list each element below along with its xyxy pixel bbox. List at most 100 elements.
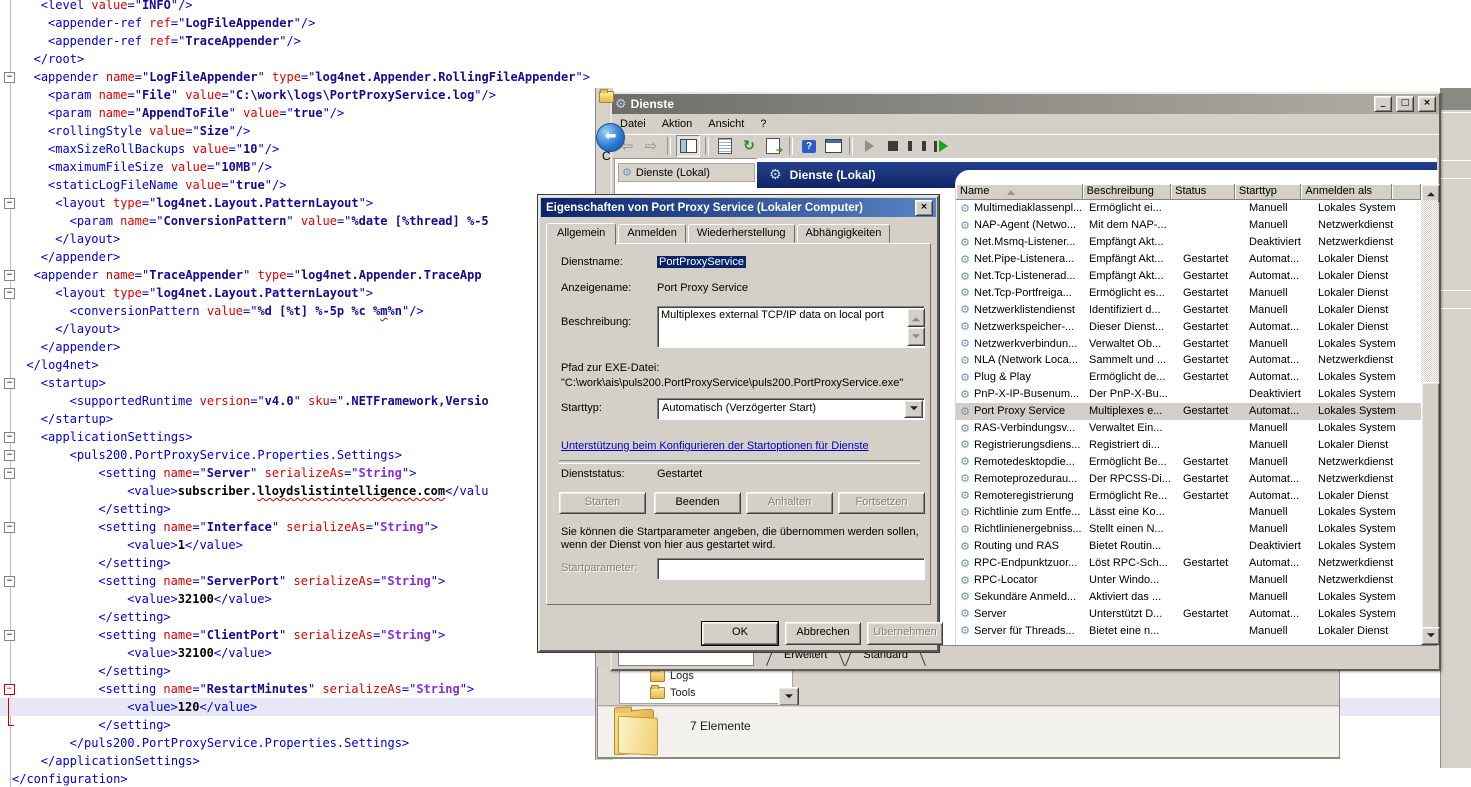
ok-button[interactable]: OK [702,622,778,645]
dienstname-value[interactable]: PortProxyService [657,256,746,268]
restart-service-button[interactable] [930,136,952,156]
table-row[interactable]: ⚙Netzwerkverbindun...Verwaltet Ob...Gest… [956,335,1421,352]
column-header-4[interactable]: Anmelden als [1301,184,1391,200]
scroll-down-button[interactable] [1421,627,1440,645]
table-row[interactable]: ⚙Remoteprozedurau...Der RPCSS-Di...Gesta… [956,470,1421,487]
explorer-folder-tree[interactable]: Logs Tools [619,667,793,704]
tree-item-label: Logs [670,670,694,682]
cell-starttype: Manuell [1249,456,1318,468]
table-row[interactable]: ⚙Port Proxy ServiceMultiplexes e...Gesta… [956,403,1421,420]
services-window-titlebar[interactable]: ⚙ Dienste _ □ × [612,94,1439,114]
explorer-back-button[interactable]: ⬅ [596,123,625,152]
column-header-3[interactable]: Starttyp [1235,184,1301,200]
apply-button: Übernehmen [867,622,943,645]
table-row[interactable]: ⚙Server für Threads...Bietet eine n...Ma… [956,622,1421,639]
properties-button[interactable] [714,136,736,156]
start-service-button[interactable] [858,136,880,156]
code-token: <appender-ref [48,16,149,30]
dialog-tab-0[interactable]: Allgemein [546,223,616,245]
table-row[interactable]: ⚙RPC-LocatorUnter Windo...ManuellNetzwer… [956,572,1421,589]
tree-item-tools[interactable]: Tools [620,684,792,701]
pause-service-button[interactable] [906,136,928,156]
export-list-button[interactable] [762,136,784,156]
dialog-tab-1[interactable]: Anmelden [618,224,686,243]
cell-description: Dieser Dienst... [1089,321,1183,333]
help-button[interactable]: ? [798,136,820,156]
code-token: =" [337,214,351,228]
fold-marker[interactable]: − [4,270,15,281]
fold-marker[interactable]: − [4,378,15,389]
table-row[interactable]: ⚙Net.Tcp-Listenerad...Empfängt Akt...Ges… [956,268,1421,285]
fold-marker[interactable]: − [4,432,15,443]
column-header-2[interactable]: Status [1171,184,1235,200]
table-row[interactable]: ⚙Net.Tcp-Portfreiga...Ermöglicht es...Ge… [956,284,1421,301]
beenden-button[interactable]: Beenden [654,492,741,514]
table-row[interactable]: ⚙ServerUnterstützt D...GestartetAutomat.… [956,605,1421,622]
table-row[interactable]: ⚙Net.Pipe-Listenera...Empfängt Akt...Ges… [956,251,1421,268]
table-row[interactable]: ⚙RPC-Endpunktzuor...Löst RPC-Sch...Gesta… [956,555,1421,572]
code-token: ref [149,16,171,30]
table-row[interactable]: ⚙NetzwerklistendienstIdentifiziert d...G… [956,301,1421,318]
table-row[interactable]: ⚙NAP-Agent (Netwo...Mit dem NAP-...Manue… [956,217,1421,234]
refresh-button[interactable]: ↻ [738,136,760,156]
show-console-tree-button[interactable] [676,135,700,157]
explorer-dropdown-button[interactable] [778,687,799,706]
minimize-button[interactable]: _ [1374,96,1392,112]
fold-marker[interactable]: − [4,522,15,533]
new-window-button[interactable] [822,136,844,156]
table-row[interactable]: ⚙Richtlinie zum Entfe...Lässt eine Ko...… [956,504,1421,521]
beschreibung-field[interactable]: Multiplexes external TCP/IP data on loca… [657,306,925,348]
close-icon[interactable]: × [915,200,933,216]
column-header-0[interactable]: Name [956,184,1083,200]
scroll-down-button[interactable] [907,327,925,346]
fold-marker[interactable]: − [4,72,15,83]
description-scrollbar[interactable] [907,308,923,346]
cell-status: Gestartet [1183,270,1249,282]
forward-button[interactable]: ⇨ [640,136,662,156]
menu-item-2[interactable]: Ansicht [700,116,752,132]
starttyp-combobox[interactable]: Automatisch (Verzögerter Start) [657,398,925,420]
startup-options-help-link[interactable]: Unterstützung beim Konfigurieren der Sta… [561,440,869,452]
fold-marker[interactable]: − [4,450,15,461]
table-row[interactable]: ⚙Sekundäre Anmeld...Aktiviert das ...Man… [956,588,1421,605]
table-row[interactable]: ⚙NLA (Network Loca...Sammelt und ...Gest… [956,352,1421,369]
fold-marker[interactable]: − [4,468,15,479]
table-row[interactable]: ⚙Netzwerkspeicher-...Dieser Dienst...Ges… [956,318,1421,335]
close-button[interactable]: × [1418,96,1436,112]
table-row[interactable]: ⚙Multimediaklassenpl...Ermöglicht ei...M… [956,200,1421,217]
cell-name: NAP-Agent (Netwo... [974,219,1089,231]
table-row[interactable]: ⚙Routing und RASBietet Routin...Deaktivi… [956,538,1421,555]
table-row[interactable]: ⚙Registrierungsdiens...Registriert di...… [956,436,1421,453]
menu-item-1[interactable]: Aktion [654,116,701,132]
dialog-tab-2[interactable]: Wiederherstellung [688,224,795,243]
list-scrollbar[interactable] [1421,184,1438,645]
dialog-titlebar[interactable]: Eigenschaften von Port Proxy Service (Lo… [541,198,936,217]
fold-marker[interactable]: − [4,684,15,695]
cell-logon-as: Lokales System [1318,523,1414,535]
fold-marker[interactable]: − [4,198,15,209]
table-row[interactable]: ⚙Plug & PlayErmöglicht de...GestartetAut… [956,369,1421,386]
dialog-tab-3[interactable]: Abhängigkeiten [797,224,891,243]
tree-item-dienste-lokal[interactable]: ⚙ Dienste (Lokal) [618,163,755,182]
column-header-1[interactable]: Beschreibung [1083,184,1172,200]
fold-marker[interactable]: − [4,576,15,587]
fold-marker[interactable]: − [4,288,15,299]
table-row[interactable]: ⚙Net.Msmq-Listener...Empfängt Akt...Deak… [956,234,1421,251]
table-row[interactable]: ⚙Richtlinienergebniss...Stellt einen N..… [956,521,1421,538]
maximize-button[interactable]: □ [1396,96,1414,112]
table-row[interactable]: ⚙Remotedesktopdie...Ermöglicht Be...Gest… [956,453,1421,470]
table-row[interactable]: ⚙RAS-Verbindungsv...Verwaltet Ein...Manu… [956,420,1421,437]
menu-item-3[interactable]: ? [752,116,774,132]
fold-marker[interactable]: − [4,630,15,641]
table-row[interactable]: ⚙RemoteregistrierungErmöglicht Re...Gest… [956,487,1421,504]
stop-service-button[interactable] [882,136,904,156]
scroll-up-button[interactable] [907,308,925,327]
scrollbar-thumb[interactable] [1421,382,1440,638]
table-row[interactable]: ⚙PnP-X-IP-Busenum...Der PnP-X-Bu...Deakt… [956,386,1421,403]
combo-dropdown-button[interactable] [904,400,923,418]
divider [559,460,920,464]
code-token: </log4net> [26,358,98,372]
startparameter-input[interactable] [657,558,925,580]
cancel-button[interactable]: Abbrechen [785,622,861,645]
cell-name: Remoteprozedurau... [974,473,1089,485]
